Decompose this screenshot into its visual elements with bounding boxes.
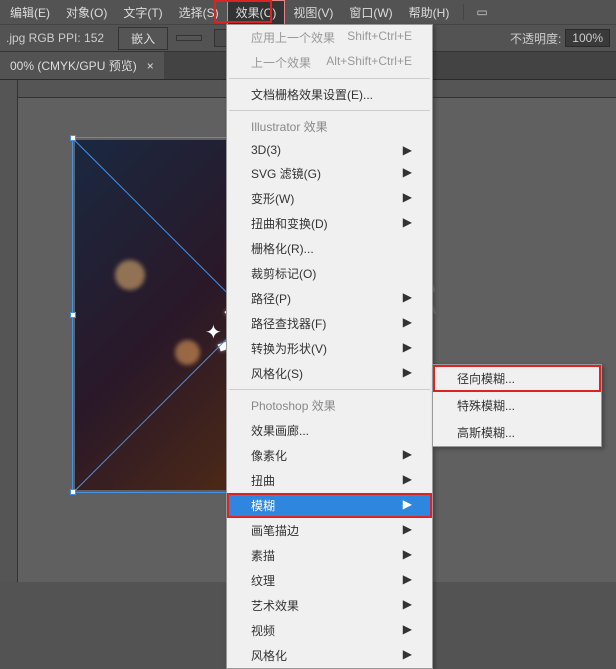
- chevron-right-icon: ▶: [403, 215, 412, 232]
- menu-separator: [229, 78, 430, 79]
- menu-smart-blur[interactable]: 特殊模糊...: [433, 392, 601, 419]
- menu-stylize-ai[interactable]: 风格化(S)▶: [227, 361, 432, 386]
- menu-pixelate[interactable]: 像素化▶: [227, 443, 432, 468]
- menu-doc-raster-settings[interactable]: 文档栅格效果设置(E)...: [227, 82, 432, 107]
- edit-button[interactable]: [176, 35, 202, 41]
- menu-warp[interactable]: 变形(W)▶: [227, 186, 432, 211]
- menu-radial-blur[interactable]: 径向模糊...: [433, 365, 601, 392]
- menu-rasterize[interactable]: 栅格化(R)...: [227, 236, 432, 261]
- menu-select[interactable]: 选择(S): [171, 1, 227, 24]
- menu-separator: [229, 110, 430, 111]
- menu-section-photoshop: Photoshop 效果: [227, 393, 432, 418]
- chevron-right-icon: ▶: [403, 572, 412, 589]
- menu-window[interactable]: 窗口(W): [341, 1, 400, 24]
- menu-last-effect: 上一个效果Alt+Shift+Ctrl+E: [227, 50, 432, 75]
- document-tab[interactable]: 00% (CMYK/GPU 预览) ×: [0, 52, 164, 79]
- chevron-right-icon: ▶: [403, 597, 412, 614]
- menu-effect-gallery[interactable]: 效果画廊...: [227, 418, 432, 443]
- layout-icon[interactable]: ▭: [470, 3, 493, 21]
- menu-pathfinder[interactable]: 路径查找器(F)▶: [227, 311, 432, 336]
- menu-edit[interactable]: 编辑(E): [2, 1, 58, 24]
- chevron-right-icon: ▶: [403, 315, 412, 332]
- sparkle-icon: ✦: [205, 320, 222, 345]
- menu-artistic[interactable]: 艺术效果▶: [227, 593, 432, 618]
- menu-distort[interactable]: 扭曲▶: [227, 468, 432, 493]
- chevron-right-icon: ▶: [403, 143, 412, 157]
- menu-blur[interactable]: 模糊▶: [227, 493, 432, 518]
- menubar: 编辑(E) 对象(O) 文字(T) 选择(S) 效果(C) 视图(V) 窗口(W…: [0, 0, 616, 24]
- ruler-vertical: [0, 80, 18, 582]
- opacity-group: 不透明度: 100%: [510, 29, 610, 47]
- menu-path[interactable]: 路径(P)▶: [227, 286, 432, 311]
- menu-stylize-ps[interactable]: 风格化▶: [227, 643, 432, 668]
- menu-help[interactable]: 帮助(H): [401, 1, 458, 24]
- chevron-right-icon: ▶: [403, 340, 412, 357]
- chevron-right-icon: ▶: [403, 647, 412, 664]
- chevron-right-icon: ▶: [403, 165, 412, 182]
- blur-submenu: 径向模糊... 特殊模糊... 高斯模糊...: [432, 364, 602, 447]
- menu-view[interactable]: 视图(V): [285, 1, 341, 24]
- menu-text[interactable]: 文字(T): [115, 1, 170, 24]
- opacity-value[interactable]: 100%: [565, 29, 610, 47]
- embed-button[interactable]: 嵌入: [118, 27, 168, 50]
- menu-effect[interactable]: 效果(C): [227, 0, 286, 25]
- chevron-right-icon: ▶: [403, 522, 412, 539]
- menu-crop-marks[interactable]: 裁剪标记(O): [227, 261, 432, 286]
- menu-texture[interactable]: 纹理▶: [227, 568, 432, 593]
- menu-separator: [463, 4, 464, 20]
- menu-video[interactable]: 视频▶: [227, 618, 432, 643]
- menu-gaussian-blur[interactable]: 高斯模糊...: [433, 419, 601, 446]
- chevron-right-icon: ▶: [403, 472, 412, 489]
- doc-info: .jpg RGB PPI: 152: [0, 31, 110, 45]
- chevron-right-icon: ▶: [403, 365, 412, 382]
- chevron-right-icon: ▶: [403, 290, 412, 307]
- menu-object[interactable]: 对象(O): [58, 1, 115, 24]
- chevron-right-icon: ▶: [403, 547, 412, 564]
- chevron-right-icon: ▶: [403, 190, 412, 207]
- chevron-right-icon: ▶: [403, 622, 412, 639]
- effect-menu-dropdown: 应用上一个效果Shift+Ctrl+E 上一个效果Alt+Shift+Ctrl+…: [226, 24, 433, 669]
- menu-brush-strokes[interactable]: 画笔描边▶: [227, 518, 432, 543]
- tab-label: 00% (CMYK/GPU 预览): [10, 57, 137, 74]
- menu-svg-filters[interactable]: SVG 滤镜(G)▶: [227, 161, 432, 186]
- chevron-right-icon: ▶: [403, 497, 412, 514]
- menu-distort-transform[interactable]: 扭曲和变换(D)▶: [227, 211, 432, 236]
- menu-3d[interactable]: 3D(3)▶: [227, 139, 432, 161]
- menu-sketch[interactable]: 素描▶: [227, 543, 432, 568]
- chevron-right-icon: ▶: [403, 447, 412, 464]
- menu-apply-last-effect: 应用上一个效果Shift+Ctrl+E: [227, 25, 432, 50]
- menu-convert-shape[interactable]: 转换为形状(V)▶: [227, 336, 432, 361]
- menu-section-illustrator: Illustrator 效果: [227, 114, 432, 139]
- menu-separator: [229, 389, 430, 390]
- close-icon[interactable]: ×: [147, 59, 154, 73]
- opacity-label: 不透明度:: [510, 30, 561, 47]
